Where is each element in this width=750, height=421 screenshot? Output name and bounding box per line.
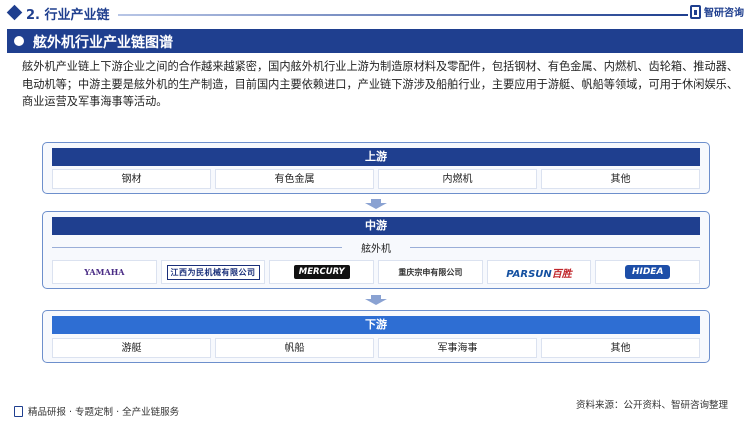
midstream-subtitle: 舷外机 — [52, 240, 700, 255]
logo-jiangxi-weimin: 江西为民机械有限公司 — [160, 260, 266, 284]
section-title: 2. 行业产业链 — [26, 8, 110, 23]
downstream-item: 游艇 — [52, 338, 211, 358]
upstream-item: 有色金属 — [215, 169, 374, 189]
section-diamond-icon — [6, 4, 23, 21]
down-arrow-icon — [365, 199, 387, 209]
parsun-name: PARSUN — [506, 268, 552, 280]
banner-bullet-icon — [14, 36, 24, 46]
downstream-tier: 下游 游艇 帆船 军事海事 其他 — [42, 310, 710, 363]
footer-tagline: 精品研报 · 专题定制 · 全产业链服务 — [14, 404, 179, 418]
manufacturer-logos: YAMAHA 江西为民机械有限公司 MERCURY 重庆宗申有限公司 PARSU… — [52, 260, 701, 284]
down-arrow-icon — [365, 295, 387, 305]
upstream-title: 上游 — [52, 148, 700, 166]
upstream-items: 钢材 有色金属 内燃机 其他 — [52, 169, 700, 189]
downstream-item: 军事海事 — [378, 338, 537, 358]
downstream-title: 下游 — [52, 316, 700, 334]
logo-parsun: PARSUN百胜 — [486, 260, 592, 284]
upstream-tier: 上游 钢材 有色金属 内燃机 其他 — [42, 142, 710, 194]
yamaha-logo-text: YAMAHA — [84, 267, 125, 277]
footer-tagline-text: 精品研报 · 专题定制 · 全产业链服务 — [28, 407, 180, 418]
page-title: 舷外机行业产业链图谱 — [33, 35, 173, 51]
downstream-items: 游艇 帆船 军事海事 其他 — [52, 338, 700, 358]
title-banner: 舷外机行业产业链图谱 — [7, 29, 743, 53]
brand-logo-icon — [690, 4, 701, 19]
jiangxi-weimin-logo-text: 江西为民机械有限公司 — [166, 264, 260, 280]
upstream-item: 钢材 — [52, 169, 211, 189]
parsun-logo-text: PARSUN百胜 — [506, 265, 572, 280]
parsun-cn: 百胜 — [551, 268, 572, 280]
logo-mercury: MERCURY — [269, 260, 375, 284]
hidea-logo-text: HIDEA — [624, 265, 671, 279]
upstream-item: 其他 — [541, 169, 700, 189]
downstream-item: 帆船 — [215, 338, 374, 358]
mercury-logo-text: MERCURY — [293, 265, 350, 279]
downstream-item: 其他 — [541, 338, 700, 358]
midstream-title: 中游 — [52, 217, 700, 235]
brand-name: 智研咨询 — [704, 8, 744, 19]
zongshen-logo-text: 重庆宗申有限公司 — [398, 267, 463, 277]
header-rule — [118, 14, 688, 16]
upstream-item: 内燃机 — [378, 169, 537, 189]
logo-zongshen: 重庆宗申有限公司 — [378, 260, 483, 284]
intro-paragraph: 舷外机产业链上下游企业之间的合作越来越紧密，国内舷外机行业上游为制造原材料及零配… — [22, 60, 739, 108]
logo-yamaha: YAMAHA — [52, 260, 157, 284]
section-header: 2. 行业产业链 智研咨询 — [0, 0, 750, 28]
source-note: 资料来源：公开资料、智研咨询整理 — [575, 400, 728, 411]
document-icon — [14, 405, 23, 417]
brand: 智研咨询 — [690, 4, 744, 19]
midstream-tier: 中游 舷外机 YAMAHA 江西为民机械有限公司 MERCURY 重庆宗申有限公… — [42, 211, 710, 289]
logo-hidea: HIDEA — [595, 260, 701, 284]
